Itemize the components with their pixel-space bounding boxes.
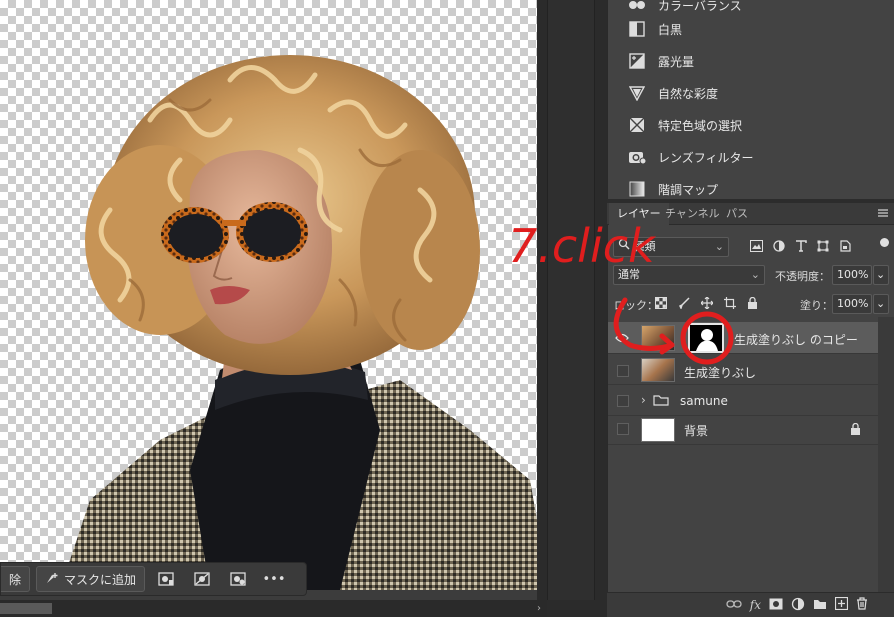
filter-toggle-icon[interactable] bbox=[880, 238, 889, 247]
remove-label: 除 bbox=[9, 572, 22, 587]
layer-mask-thumbnail[interactable] bbox=[688, 323, 724, 353]
lock-label: ロック： bbox=[614, 299, 658, 312]
mask-silhouette-icon bbox=[696, 329, 718, 351]
color-balance-icon bbox=[628, 0, 646, 14]
adjustment-selective-color[interactable]: 特定色域の選択 bbox=[628, 112, 742, 138]
adjustment-label: カラーバランス bbox=[658, 0, 742, 13]
chevron-right-icon[interactable]: › bbox=[641, 393, 646, 407]
more-label: ••• bbox=[262, 571, 286, 587]
layer-name[interactable]: samune bbox=[680, 394, 728, 408]
adjustment-filter-icon[interactable] bbox=[773, 239, 785, 255]
adjustment-photo-filter[interactable]: レンズフィルター bbox=[628, 144, 754, 170]
blend-mode-value: 通常 bbox=[618, 268, 640, 281]
adjustment-label: レンズフィルター bbox=[658, 150, 754, 165]
opacity-chevron-icon[interactable]: ⌄ bbox=[873, 265, 889, 285]
filter-label: 種類 bbox=[633, 240, 656, 253]
panel-menu-icon[interactable] bbox=[876, 206, 890, 220]
tab-paths[interactable]: パス bbox=[718, 203, 756, 225]
chevron-down-icon: ⌄ bbox=[750, 268, 760, 281]
layer-thumbnail[interactable] bbox=[641, 418, 675, 442]
filter-icons bbox=[750, 239, 870, 255]
adjustment-label: 自然な彩度 bbox=[658, 86, 719, 101]
type-filter-icon[interactable] bbox=[795, 239, 807, 255]
shape-filter-icon[interactable] bbox=[817, 240, 829, 255]
more-options-icon[interactable]: ••• bbox=[259, 566, 289, 592]
layer-thumbnail[interactable] bbox=[641, 325, 675, 351]
mask-options-icon[interactable] bbox=[151, 566, 181, 592]
adjustment-black-white[interactable]: 白黒 bbox=[628, 16, 682, 42]
adjustment-vibrance[interactable]: 自然な彩度 bbox=[628, 80, 718, 106]
eye-icon[interactable] bbox=[612, 328, 632, 348]
fx-icon[interactable]: fx bbox=[750, 598, 761, 612]
fill-label: 塗り： bbox=[800, 299, 833, 312]
folder-icon bbox=[653, 394, 669, 409]
lock-all-icon[interactable] bbox=[747, 296, 758, 312]
black-white-icon bbox=[628, 20, 646, 38]
adjustment-label: 白黒 bbox=[658, 22, 683, 37]
invert-mask-icon[interactable] bbox=[223, 566, 253, 592]
adjustment-exposure[interactable]: 露光量 bbox=[628, 48, 694, 74]
exposure-icon bbox=[628, 52, 646, 70]
pixel-filter-icon[interactable] bbox=[750, 239, 763, 255]
opacity-input[interactable]: 100% bbox=[832, 265, 872, 285]
document-canvas[interactable] bbox=[0, 0, 537, 590]
gradient-map-icon bbox=[628, 180, 646, 198]
vibrance-icon bbox=[628, 84, 646, 102]
add-mask-icon[interactable] bbox=[769, 598, 783, 613]
smart-object-filter-icon[interactable] bbox=[839, 239, 851, 255]
add-to-mask-button[interactable]: マスクに追加 bbox=[36, 566, 146, 592]
layers-scrollbar[interactable] bbox=[878, 317, 894, 592]
fill-input[interactable]: 100% bbox=[832, 294, 872, 314]
link-layers-icon[interactable] bbox=[726, 598, 742, 612]
horizontal-scrollbar[interactable] bbox=[0, 600, 547, 617]
layer-name[interactable]: 生成塗りぶし のコピー bbox=[734, 331, 858, 348]
visibility-toggle[interactable] bbox=[617, 365, 629, 377]
lock-artboard-icon[interactable] bbox=[724, 297, 736, 312]
visibility-toggle[interactable] bbox=[617, 395, 629, 407]
layer-name[interactable]: 生成塗りぶし bbox=[684, 364, 756, 381]
fill-chevron-icon[interactable]: ⌄ bbox=[873, 294, 889, 314]
blend-mode-dropdown[interactable]: 通常 ⌄ bbox=[613, 265, 765, 285]
lock-transparent-icon[interactable] bbox=[655, 297, 667, 312]
add-to-mask-label: マスクに追加 bbox=[64, 572, 137, 587]
visibility-toggle[interactable] bbox=[617, 423, 629, 435]
layer-row-samune[interactable] bbox=[608, 386, 878, 416]
layer-name[interactable]: 背景 bbox=[684, 422, 708, 439]
layers-bottom-bar: fx bbox=[607, 592, 894, 617]
chevron-down-icon: ⌄ bbox=[714, 240, 724, 253]
horizontal-scroll-thumb[interactable] bbox=[0, 603, 52, 614]
new-adjustment-icon[interactable] bbox=[791, 597, 805, 614]
remove-button[interactable]: 除 bbox=[1, 566, 31, 592]
disable-mask-icon[interactable] bbox=[187, 566, 217, 592]
lock-icons bbox=[655, 296, 758, 312]
layer-filter-dropdown[interactable]: 種類 ⌄ bbox=[613, 237, 729, 257]
selective-color-icon bbox=[628, 116, 646, 134]
photo-filter-icon bbox=[628, 148, 646, 166]
contextual-taskbar: 除 マスクに追加 ••• bbox=[0, 562, 307, 596]
canvas-frame bbox=[547, 0, 595, 600]
new-layer-icon[interactable] bbox=[834, 596, 849, 613]
brush-plus-icon bbox=[45, 571, 59, 588]
chevron-right-icon[interactable]: › bbox=[533, 603, 545, 615]
lock-image-icon[interactable] bbox=[678, 297, 690, 312]
lock-icon bbox=[850, 422, 861, 438]
trash-icon[interactable] bbox=[856, 597, 868, 613]
layer-thumbnail[interactable] bbox=[641, 358, 675, 382]
new-group-icon[interactable] bbox=[813, 598, 827, 613]
lock-position-icon[interactable] bbox=[700, 296, 714, 312]
opacity-label: 不透明度： bbox=[775, 270, 830, 283]
adjustment-label: 露光量 bbox=[658, 54, 695, 69]
adjustment-label: 特定色域の選択 bbox=[658, 118, 743, 133]
portrait-image bbox=[60, 55, 537, 590]
adjustment-label: 階調マップ bbox=[658, 182, 719, 197]
search-icon bbox=[618, 238, 630, 256]
